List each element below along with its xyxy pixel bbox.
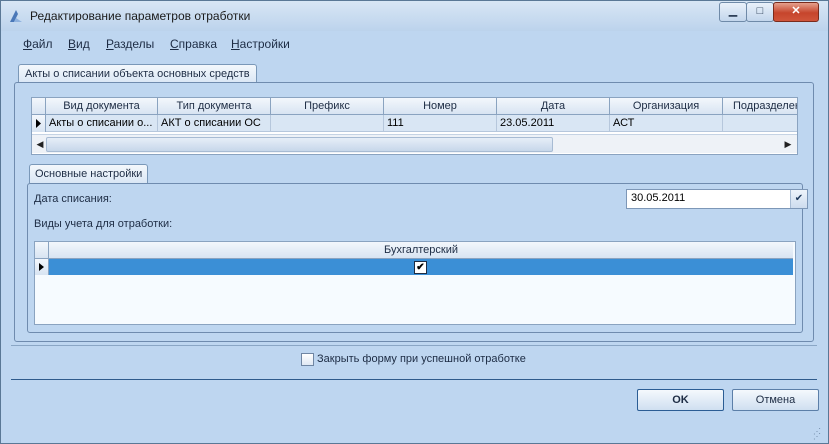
title-bar: Редактирование параметров отработки ▁ □ … [1, 1, 828, 31]
write-off-date-label: Дата списания: [34, 193, 112, 205]
app-icon [10, 10, 22, 22]
accounting-types-grid: Бухгалтерский ✔ [34, 241, 796, 325]
row-pointer-icon [39, 263, 44, 271]
resize-grip-icon[interactable]: ⋰ ⋰ [813, 428, 823, 441]
scrollbar-thumb[interactable] [46, 137, 553, 152]
date-dropdown-button[interactable]: ✔ [790, 190, 807, 208]
column-header-organization[interactable]: Организация [610, 98, 723, 115]
column-header-department[interactable]: Подразделение [723, 98, 797, 115]
cell-doc-kind[interactable]: Акты о списании о... [46, 115, 158, 132]
row-indicator[interactable] [35, 259, 49, 275]
cell-number[interactable]: 111 [384, 115, 497, 132]
row-indicator[interactable] [32, 115, 46, 132]
documents-grid: Вид документа Тип документа Префикс Номе… [31, 97, 798, 155]
cell-department[interactable] [723, 115, 797, 132]
chevron-down-icon: ✔ [794, 193, 804, 204]
scroll-right-icon[interactable]: ▶ [782, 138, 794, 150]
cell-date[interactable]: 23.05.2011 [497, 115, 610, 132]
cell-organization[interactable]: АСТ [610, 115, 723, 132]
grid-corner-header [35, 242, 49, 259]
close-icon: ✕ [791, 5, 801, 17]
dialog-window: Редактирование параметров отработки ▁ □ … [0, 0, 829, 444]
write-off-date-field[interactable]: 30.05.2011 ✔ [626, 189, 808, 209]
accounting-row-selected[interactable]: ✔ [49, 259, 793, 275]
row-pointer-icon [36, 119, 41, 128]
accounting-types-label: Виды учета для отработки: [34, 218, 173, 230]
column-header-accounting[interactable]: Бухгалтерский [49, 242, 793, 259]
close-on-success-checkbox[interactable] [301, 353, 314, 366]
ok-button[interactable]: OK [637, 389, 724, 411]
menu-file[interactable]: Файл [23, 37, 53, 51]
tab-write-off-acts[interactable]: Акты о списании объекта основных средств [18, 64, 257, 83]
maximize-icon: □ [756, 5, 764, 17]
minimize-button[interactable]: ▁ [719, 2, 747, 22]
separator [11, 345, 817, 346]
scroll-left-icon[interactable]: ◀ [34, 138, 46, 150]
cell-prefix[interactable] [271, 115, 384, 132]
window-title: Редактирование параметров отработки [30, 9, 251, 23]
close-button[interactable]: ✕ [773, 2, 819, 22]
main-settings-panel: Дата списания: 30.05.2011 ✔ Виды учета д… [27, 183, 808, 333]
accounting-checkbox[interactable]: ✔ [414, 261, 427, 274]
column-header-doc-kind[interactable]: Вид документа [46, 98, 158, 115]
write-off-date-value[interactable]: 30.05.2011 [631, 192, 685, 204]
menu-settings[interactable]: Настройки [231, 37, 290, 51]
tab-main-settings[interactable]: Основные настройки [29, 164, 149, 183]
write-off-acts-panel: Вид документа Тип документа Префикс Номе… [14, 82, 814, 342]
cell-doc-type[interactable]: АКТ о списании ОС [158, 115, 271, 132]
column-header-doc-type[interactable]: Тип документа [158, 98, 271, 115]
close-on-success-label[interactable]: Закрыть форму при успешной отработке [317, 353, 526, 365]
cancel-button[interactable]: Отмена [732, 389, 819, 411]
column-header-date[interactable]: Дата [497, 98, 610, 115]
menu-sections[interactable]: Разделы [106, 37, 154, 51]
menu-view[interactable]: Вид [68, 37, 90, 51]
horizontal-scrollbar[interactable]: ◀ ▶ [32, 134, 797, 153]
column-header-number[interactable]: Номер [384, 98, 497, 115]
minimize-icon: ▁ [728, 5, 738, 17]
checkmark-icon: ✔ [416, 262, 425, 273]
menu-help[interactable]: Справка [170, 37, 217, 51]
grid-corner-header [32, 98, 46, 115]
separator [11, 379, 817, 380]
maximize-button[interactable]: □ [746, 2, 774, 22]
column-header-prefix[interactable]: Префикс [271, 98, 384, 115]
